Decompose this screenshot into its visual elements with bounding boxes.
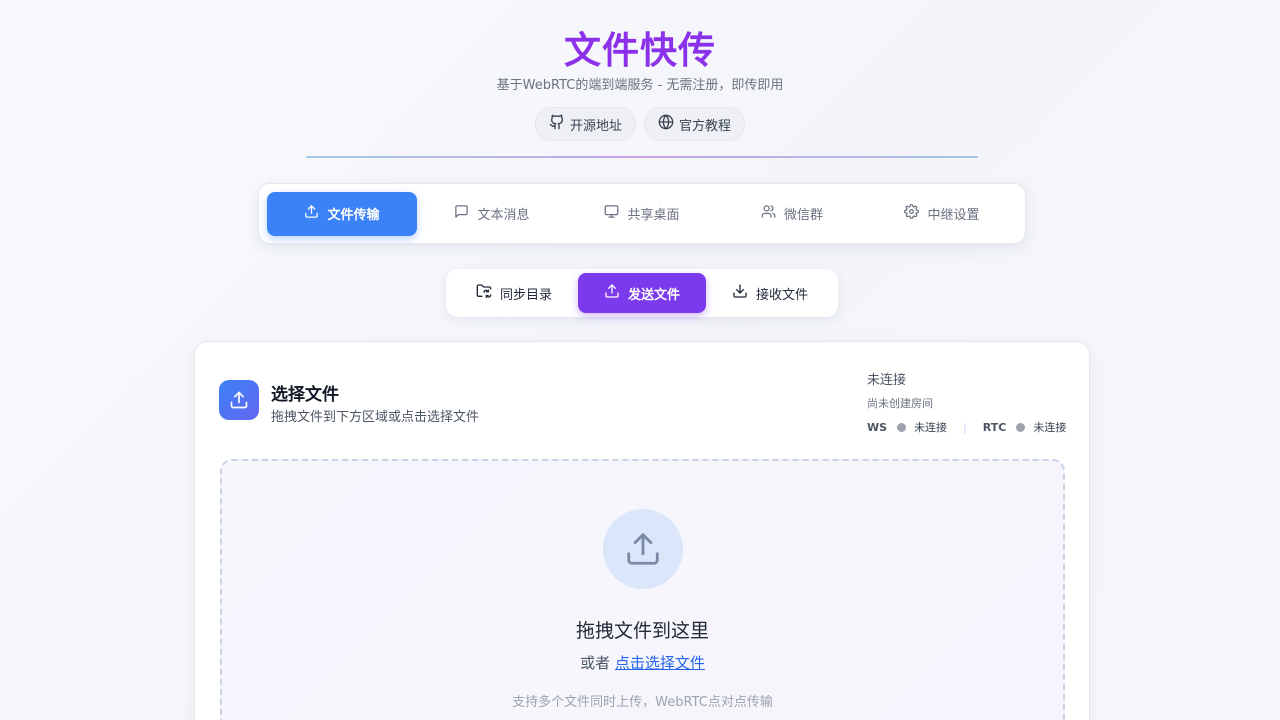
message-icon (454, 204, 469, 223)
tab-receive-file-label: 接收文件 (755, 287, 808, 303)
tab-sync-directory[interactable]: 同步目录 (450, 273, 578, 313)
download-icon (732, 283, 748, 303)
page-subtitle: 基于WebRTC的端到端服务 - 无需注册，即传即用 (496, 78, 784, 93)
ws-status: 未连接 (914, 421, 948, 434)
status-separator: | (963, 420, 967, 434)
tab-wechat-group-label: 微信群 (783, 208, 823, 223)
github-link-label: 开源地址 (569, 118, 622, 134)
tab-share-desktop-label: 共享桌面 (627, 208, 680, 223)
drop-or-text: 或者 (580, 654, 611, 672)
upload-icon (219, 380, 259, 420)
page-title: 文件快传 (0, 20, 1280, 74)
drop-title: 拖拽文件到这里 (575, 620, 709, 642)
tutorial-link-button[interactable]: 官方教程 (644, 107, 746, 141)
connection-status: 未连接 (867, 373, 907, 388)
folder-sync-icon (476, 283, 492, 303)
select-file-link[interactable]: 点击选择文件 (615, 654, 705, 672)
file-drop-zone[interactable]: 拖拽文件到这里 或者 点击选择文件 支持多个文件同时上传，WebRTC点对点传输 (220, 459, 1065, 720)
connection-detail: WS 未连接 | RTC 未连接 (867, 419, 1066, 435)
upload-icon (604, 283, 620, 303)
tab-relay-settings[interactable]: 中继设置 (867, 192, 1017, 236)
tutorial-link-label: 官方教程 (679, 118, 732, 134)
card-description: 拖拽文件到下方区域或点击选择文件 (271, 410, 480, 425)
users-icon (761, 204, 776, 223)
github-icon (549, 114, 565, 134)
file-select-card: 选择文件 拖拽文件到下方区域或点击选择文件 未连接 尚未创建房间 WS 未连接 … (194, 341, 1090, 720)
monitor-icon (604, 204, 619, 223)
tab-text-message-label: 文本消息 (477, 208, 530, 223)
ws-status-dot (897, 422, 907, 432)
github-link-button[interactable]: 开源地址 (534, 107, 636, 141)
tab-relay-settings-label: 中继设置 (927, 208, 980, 223)
room-status: 尚未创建房间 (867, 397, 933, 410)
rtc-status-dot (1016, 422, 1026, 432)
tab-text-message[interactable]: 文本消息 (417, 192, 567, 236)
tab-send-file-label: 发送文件 (627, 287, 680, 303)
tab-receive-file[interactable]: 接收文件 (706, 273, 834, 313)
header-links: 开源地址 官方教程 (0, 107, 1280, 141)
gear-icon (904, 204, 920, 223)
upload-icon (603, 509, 683, 589)
card-title: 选择文件 (271, 385, 339, 405)
drop-or-line: 或者 点击选择文件 (222, 652, 1063, 673)
upload-icon (304, 204, 319, 223)
ws-label: WS (867, 420, 888, 434)
tab-wechat-group[interactable]: 微信群 (717, 192, 867, 236)
rtc-status: 未连接 (1033, 421, 1067, 434)
header-divider (306, 156, 978, 158)
sub-tab-bar: 同步目录 发送文件 接收文件 (446, 269, 838, 317)
drop-hint: 支持多个文件同时上传，WebRTC点对点传输 (512, 695, 773, 710)
tab-file-transfer[interactable]: 文件传输 (267, 191, 417, 236)
rtc-label: RTC (982, 420, 1007, 434)
globe-icon (658, 114, 674, 134)
tab-share-desktop[interactable]: 共享桌面 (567, 192, 717, 236)
tab-file-transfer-label: 文件传输 (327, 208, 380, 223)
page: 文件快传 基于WebRTC的端到端服务 - 无需注册，即传即用 开源地址 官方教… (0, 0, 1280, 720)
main-tab-bar: 文件传输 文本消息 共享桌面 微信群 中继设置 (258, 183, 1026, 244)
tab-send-file[interactable]: 发送文件 (578, 273, 706, 313)
tab-sync-directory-label: 同步目录 (499, 287, 552, 303)
